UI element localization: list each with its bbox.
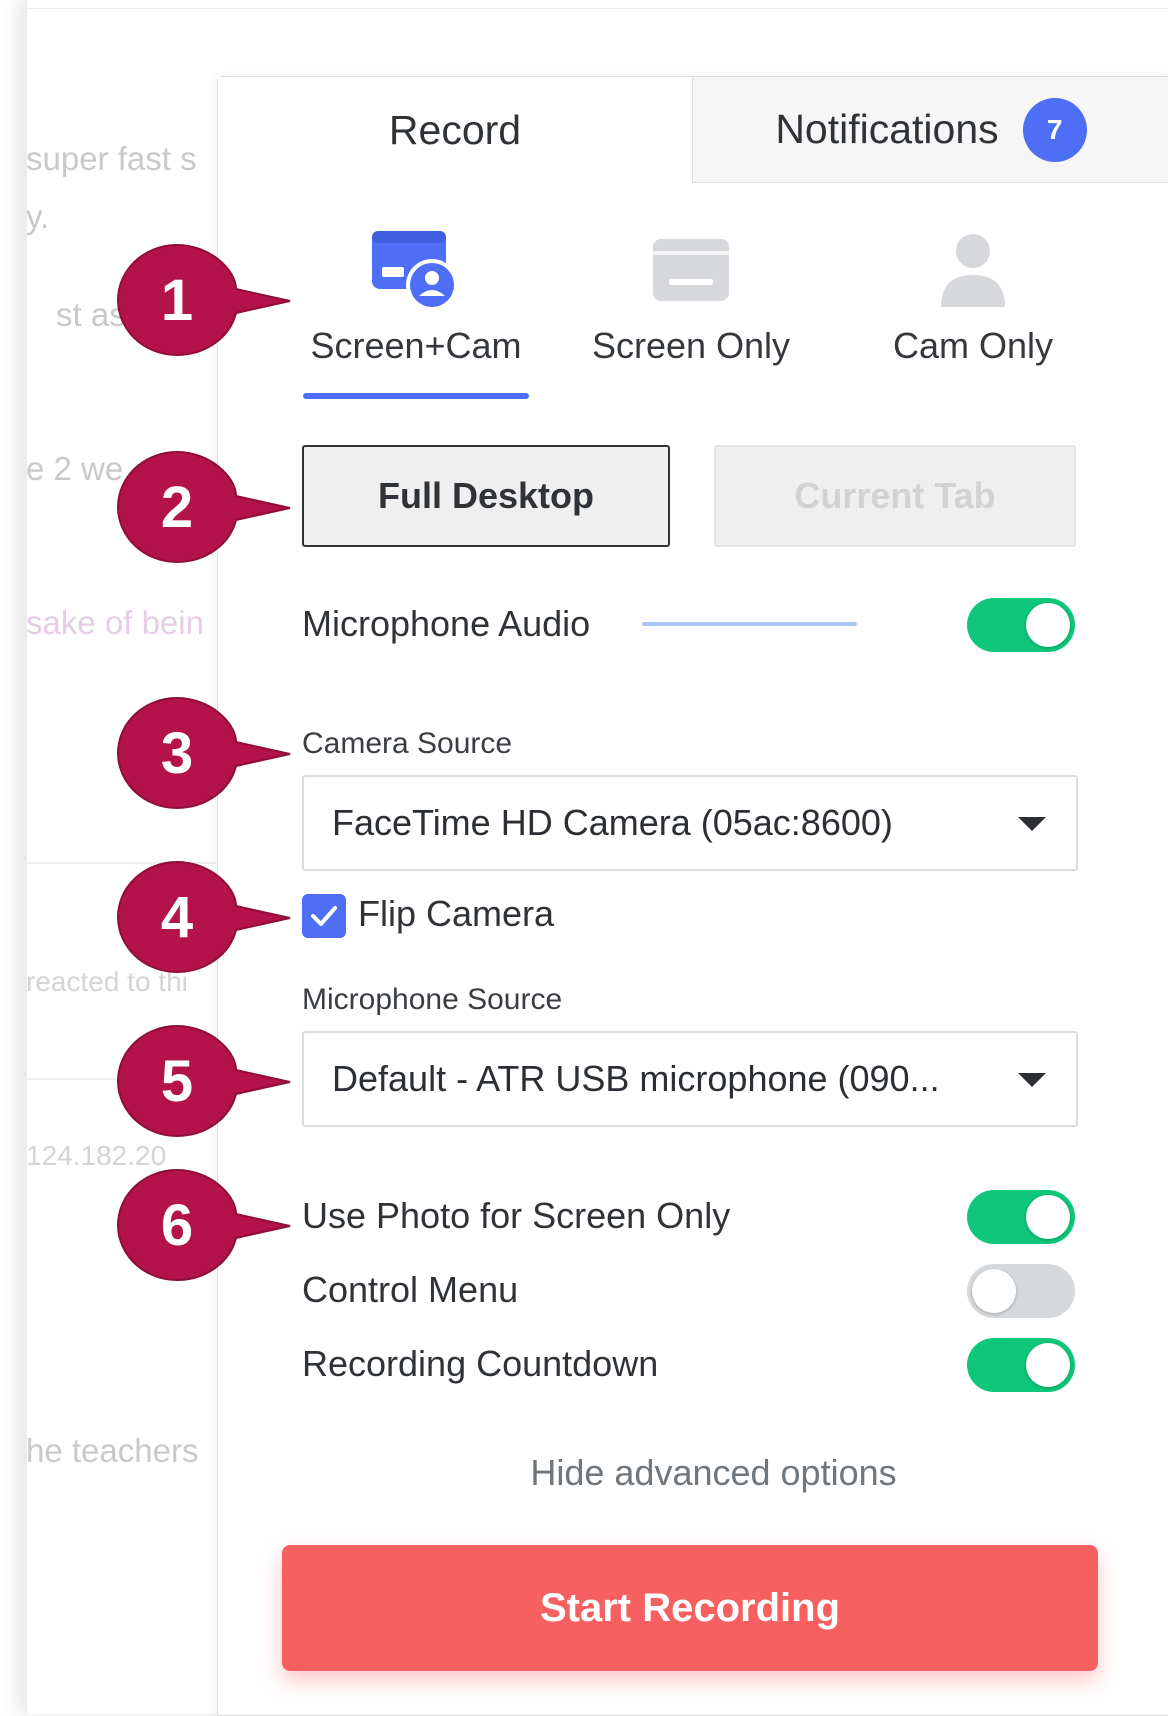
callout-marker-3: 3: [116, 696, 291, 810]
control-menu-label: Control Menu: [302, 1269, 519, 1310]
person-icon: [853, 223, 1093, 315]
mode-cam-only[interactable]: Cam Only: [853, 223, 1093, 367]
callout-number: 2: [160, 474, 194, 540]
callout-number: 4: [160, 884, 194, 950]
full-desktop-button[interactable]: Full Desktop: [302, 445, 670, 547]
callout-marker-6: 6: [116, 1168, 291, 1282]
mode-selected-indicator: [303, 393, 529, 399]
background-rule: [26, 8, 1168, 9]
checkmark-icon: [311, 906, 337, 926]
hide-advanced-options-link[interactable]: Hide advanced options: [218, 1452, 1168, 1494]
flip-camera-label: Flip Camera: [358, 893, 555, 934]
background-text: y.: [26, 198, 50, 235]
background-text: 124.182.20: [26, 1140, 167, 1171]
toggle-knob: [972, 1269, 1016, 1313]
toggle-knob: [1026, 1343, 1070, 1387]
background-text: sake of bein: [26, 604, 204, 641]
microphone-audio-toggle[interactable]: [967, 598, 1075, 652]
background-text: e 2 we: [26, 450, 124, 487]
camera-source-value: FaceTime HD Camera (05ac:8600): [332, 802, 893, 843]
mode-label: Screen+Cam: [310, 325, 522, 366]
mode-screen-only[interactable]: Screen Only: [571, 223, 811, 367]
microphone-source-value: Default - ATR USB microphone (090...: [332, 1058, 940, 1099]
callout-marker-4: 4: [116, 860, 291, 974]
notifications-badge: 7: [1022, 97, 1087, 162]
use-photo-toggle[interactable]: [967, 1190, 1075, 1244]
recording-countdown-label: Recording Countdown: [302, 1343, 659, 1384]
current-tab-button[interactable]: Current Tab: [714, 445, 1076, 547]
caret-down-icon: [1018, 1073, 1046, 1087]
background-text: super fast s: [26, 140, 197, 177]
callout-number: 6: [160, 1192, 194, 1258]
microphone-level-meter: [642, 622, 857, 626]
recording-countdown-toggle[interactable]: [967, 1338, 1075, 1392]
use-photo-label: Use Photo for Screen Only: [302, 1195, 731, 1236]
tab-notifications-label: Notifications: [775, 106, 999, 152]
microphone-source-select[interactable]: Default - ATR USB microphone (090...: [302, 1031, 1078, 1127]
callout-marker-5: 5: [116, 1024, 291, 1138]
callout-marker-1: 1: [116, 243, 291, 357]
tab-record-label: Record: [388, 106, 522, 153]
screen-icon: [571, 223, 811, 315]
flip-camera-checkbox[interactable]: [302, 894, 346, 938]
callout-number: 3: [160, 720, 194, 786]
background-text: he teachers: [26, 1432, 199, 1469]
hide-advanced-label: Hide advanced options: [530, 1452, 897, 1493]
mode-label: Cam Only: [892, 325, 1054, 366]
recorder-popup: Record Notifications 7 Screen+Cam Screen…: [217, 76, 1168, 1716]
toggle-knob: [1026, 1195, 1070, 1239]
microphone-audio-label: Microphone Audio: [302, 603, 591, 644]
mode-label: Screen Only: [591, 325, 791, 366]
screen-cam-icon: [296, 223, 536, 315]
callout-number: 1: [160, 267, 194, 333]
caret-down-icon: [1018, 817, 1046, 831]
toggle-knob: [1026, 603, 1070, 647]
camera-source-label: Camera Source: [302, 727, 513, 760]
callout-number: 5: [160, 1048, 194, 1114]
tab-record[interactable]: Record: [218, 77, 692, 183]
callout-marker-2: 2: [116, 450, 291, 564]
camera-source-select[interactable]: FaceTime HD Camera (05ac:8600): [302, 775, 1078, 871]
microphone-source-label: Microphone Source: [302, 983, 563, 1016]
control-menu-toggle[interactable]: [967, 1264, 1075, 1318]
tab-notifications[interactable]: Notifications 7: [692, 77, 1168, 183]
start-recording-button[interactable]: Start Recording: [282, 1545, 1098, 1671]
mode-screen-cam[interactable]: Screen+Cam: [296, 223, 536, 367]
